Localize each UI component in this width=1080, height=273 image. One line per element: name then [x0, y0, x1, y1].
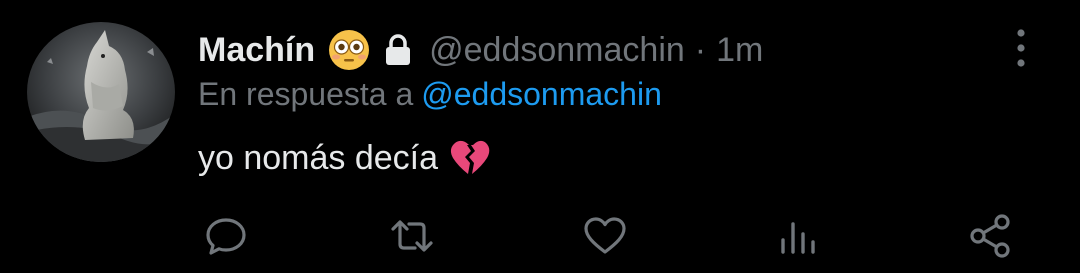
heart-icon: [584, 217, 626, 254]
tweet-card[interactable]: Machín @eddsonmachin · 1m En respuesta a…: [0, 0, 1080, 273]
timestamp[interactable]: 1m: [716, 31, 763, 70]
retweet-icon: [391, 220, 433, 252]
tweet-header: Machín @eddsonmachin · 1m: [198, 26, 763, 74]
separator-dot: ·: [694, 30, 707, 69]
reply-button[interactable]: [202, 212, 250, 260]
reply-mention-link[interactable]: @eddsonmachin: [421, 76, 662, 112]
reply-context: En respuesta a @eddsonmachin: [198, 76, 662, 118]
more-options-icon[interactable]: [1012, 28, 1030, 68]
reply-prefix: En respuesta a: [198, 76, 414, 112]
broken-heart-emoji: [450, 140, 490, 174]
retweet-button[interactable]: [388, 212, 436, 260]
lock-icon: [386, 34, 411, 65]
share-button[interactable]: [966, 212, 1014, 260]
user-handle[interactable]: @eddsonmachin: [429, 31, 685, 70]
avatar[interactable]: [27, 22, 175, 162]
share-icon: [970, 214, 1010, 258]
analytics-icon: [781, 222, 815, 254]
tweet-text-content: yo nomás decía: [198, 138, 439, 177]
like-button[interactable]: [581, 212, 629, 260]
flushed-face-emoji: [329, 30, 370, 70]
tweet-text: yo nomás decía: [198, 136, 490, 180]
display-name[interactable]: Machín: [198, 31, 315, 70]
comment-icon: [206, 218, 246, 255]
analytics-button[interactable]: [774, 212, 822, 260]
